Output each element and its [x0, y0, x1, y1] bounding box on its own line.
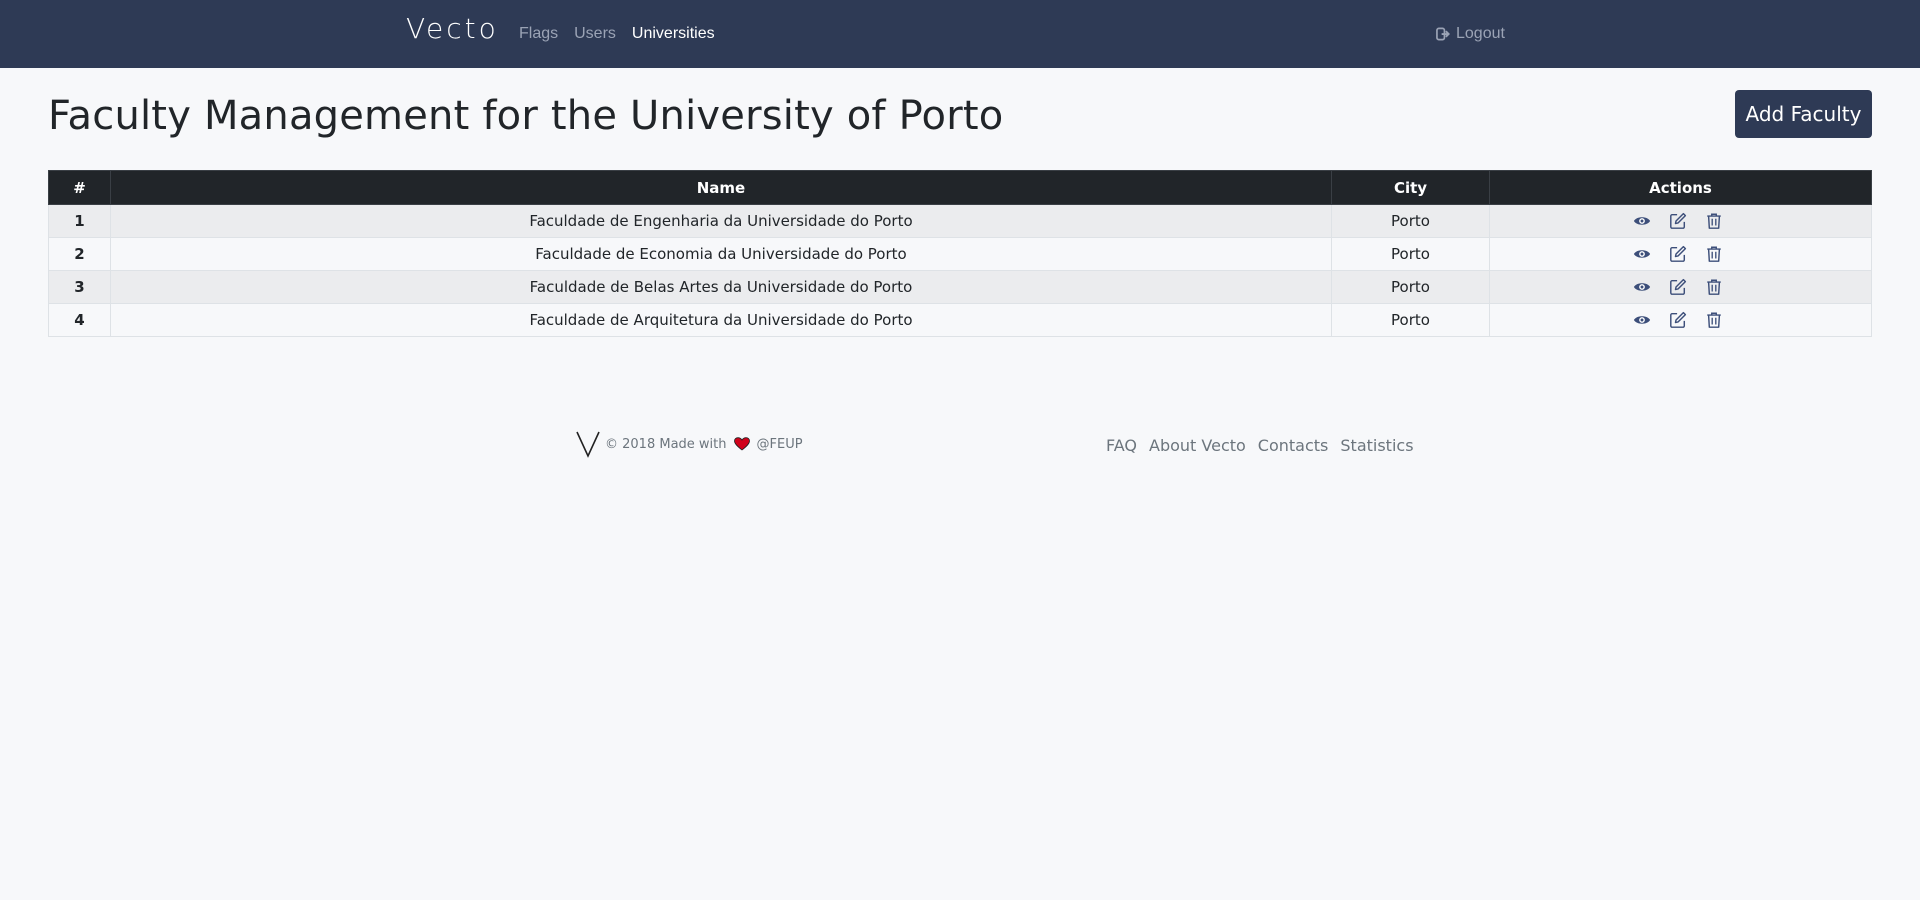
cell-city: Porto [1331, 204, 1490, 238]
table-row: 3 Faculdade de Belas Artes da Universidad… [48, 270, 1872, 304]
cell-name: Faculdade de Arquitetura da Universidade… [110, 303, 1332, 337]
cell-name: Faculdade de Economia da Universidade do… [110, 237, 1332, 271]
logout-label: Logout [1456, 25, 1505, 42]
cell-actions [1489, 237, 1872, 271]
delete-trash-icon[interactable] [1705, 311, 1723, 329]
top-navbar: Vecto Flags Users Universities Logout [0, 0, 1920, 68]
cell-actions [1489, 270, 1872, 304]
nav-links: Flags Users Universities [519, 25, 715, 43]
cell-name: Faculdade de Engenharia da Universidade … [110, 204, 1332, 238]
nav-link-flags[interactable]: Flags [519, 25, 558, 43]
column-header-city: City [1331, 170, 1490, 205]
edit-icon[interactable] [1669, 278, 1687, 296]
faculty-table-container: # Name City Actions 1 Faculdade de Engenh… [48, 170, 1872, 337]
footer-link-about[interactable]: About Vecto [1149, 436, 1246, 455]
footer-link-statistics[interactable]: Statistics [1340, 436, 1413, 455]
cell-city: Porto [1331, 237, 1490, 271]
view-eye-icon[interactable] [1633, 245, 1651, 263]
footer-links: FAQ About Vecto Contacts Statistics [1106, 436, 1414, 455]
edit-icon[interactable] [1669, 311, 1687, 329]
cell-actions [1489, 204, 1872, 238]
table-header-row: # Name City Actions [48, 170, 1872, 205]
nav-link-universities[interactable]: Universities [632, 25, 715, 43]
cell-city: Porto [1331, 270, 1490, 304]
add-faculty-button[interactable]: Add Faculty [1735, 90, 1872, 138]
row-actions [1485, 245, 1871, 263]
logout-link[interactable]: Logout [1436, 25, 1505, 43]
heart-icon [733, 437, 750, 451]
vecto-v-logo-icon [576, 431, 600, 458]
delete-trash-icon[interactable] [1705, 278, 1723, 296]
view-eye-icon[interactable] [1633, 278, 1651, 296]
column-header-number: # [48, 170, 111, 205]
footer-link-contacts[interactable]: Contacts [1258, 436, 1329, 455]
footer-made-suffix: @FEUP [756, 436, 803, 452]
delete-trash-icon[interactable] [1705, 212, 1723, 230]
cell-number: 4 [48, 303, 111, 337]
row-actions [1485, 278, 1871, 296]
column-header-actions: Actions [1489, 170, 1872, 205]
view-eye-icon[interactable] [1633, 311, 1651, 329]
edit-icon[interactable] [1669, 245, 1687, 263]
faculty-table: # Name City Actions 1 Faculdade de Engenh… [48, 170, 1872, 337]
page-header: Faculty Management for the University of… [48, 90, 1872, 140]
page-title: Faculty Management for the University of… [48, 93, 1004, 139]
table-row: 1 Faculdade de Engenharia da Universidade… [48, 204, 1872, 238]
row-actions [1485, 212, 1871, 230]
table-body: 1 Faculdade de Engenharia da Universidade… [48, 204, 1872, 337]
cell-name: Faculdade de Belas Artes da Universidade… [110, 270, 1332, 304]
brand-logo[interactable]: Vecto [406, 12, 499, 45]
nav-link-users[interactable]: Users [574, 25, 616, 43]
view-eye-icon[interactable] [1633, 212, 1651, 230]
delete-trash-icon[interactable] [1705, 245, 1723, 263]
cell-number: 3 [48, 270, 111, 304]
footer-link-faq[interactable]: FAQ [1106, 436, 1137, 455]
footer-made-prefix: © 2018 Made with [605, 436, 727, 452]
edit-icon[interactable] [1669, 212, 1687, 230]
cell-number: 1 [48, 204, 111, 238]
table-row: 2 Faculdade de Economia da Universidade d… [48, 237, 1872, 271]
cell-actions [1489, 303, 1872, 337]
footer-credits: © 2018 Made with @FEUP [575, 430, 803, 458]
cell-number: 2 [48, 237, 111, 271]
row-actions [1485, 311, 1871, 329]
sign-out-icon [1436, 27, 1450, 41]
cell-city: Porto [1331, 303, 1490, 337]
column-header-name: Name [110, 170, 1332, 205]
table-row: 4 Faculdade de Arquitetura da Universidad… [48, 303, 1872, 337]
footer: © 2018 Made with @FEUP FAQ About Vecto C… [0, 430, 1920, 462]
